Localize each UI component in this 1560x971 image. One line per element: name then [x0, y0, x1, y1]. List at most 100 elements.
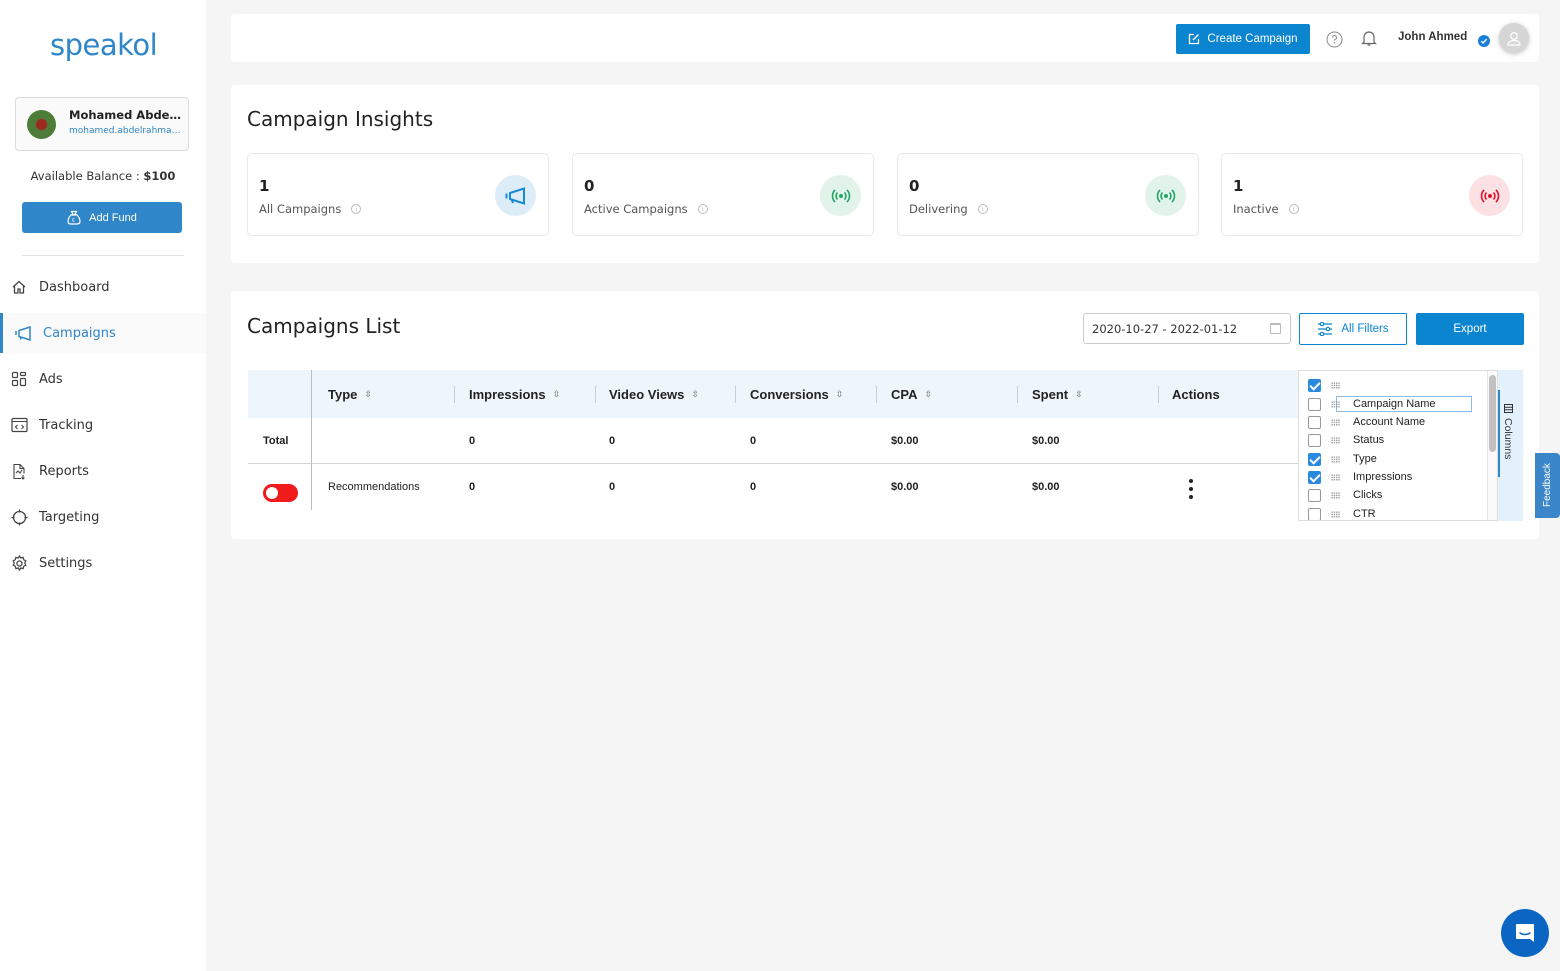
- column-toggle-ctr[interactable]: CTR: [1308, 505, 1478, 520]
- column-divider[interactable]: [595, 386, 596, 403]
- column-toggle-impressions[interactable]: Impressions: [1308, 468, 1478, 486]
- broadcast-icon: [820, 175, 861, 216]
- stat-card-inactive[interactable]: 1 Inactive i: [1221, 153, 1523, 236]
- column-header-conversions[interactable]: Conversions ⇳: [750, 370, 843, 418]
- column-header-impressions[interactable]: Impressions ⇳: [469, 370, 560, 418]
- column-divider[interactable]: [1158, 386, 1159, 403]
- column-divider[interactable]: [735, 386, 736, 403]
- add-fund-button[interactable]: € Add Fund: [22, 202, 182, 233]
- sort-icon[interactable]: ⇳: [924, 389, 932, 400]
- column-toggle-select-all[interactable]: [1308, 376, 1478, 394]
- checkbox[interactable]: [1308, 397, 1321, 411]
- column-toggle-type[interactable]: Type: [1308, 450, 1478, 468]
- info-icon[interactable]: i: [697, 204, 708, 214]
- column-toggle-campaign-name[interactable]: Campaign Name: [1308, 395, 1478, 413]
- help-icon[interactable]: [1326, 31, 1343, 48]
- add-fund-label: Add Fund: [89, 211, 137, 224]
- broadcast-icon: [1145, 175, 1186, 216]
- column-divider[interactable]: [1017, 386, 1018, 403]
- checkbox[interactable]: [1308, 378, 1321, 392]
- sort-icon[interactable]: ⇳: [364, 389, 372, 400]
- date-range-picker[interactable]: 2020-10-27 - 2022-01-12: [1083, 313, 1291, 344]
- drag-handle-icon[interactable]: [1331, 436, 1340, 444]
- chat-launcher-button[interactable]: [1501, 909, 1549, 957]
- checkbox[interactable]: [1308, 415, 1321, 429]
- stat-card-all-campaigns[interactable]: 1 All Campaigns i: [247, 153, 549, 236]
- all-filters-button[interactable]: All Filters: [1299, 313, 1407, 345]
- column-header-cpa[interactable]: CPA ⇳: [891, 370, 932, 418]
- cell-impressions: 0: [469, 435, 476, 447]
- cell-cpa: $0.00: [891, 435, 919, 447]
- drag-handle-icon[interactable]: [1331, 510, 1340, 518]
- stat-value: 1: [1233, 177, 1244, 195]
- scrollbar-thumb[interactable]: [1489, 375, 1496, 452]
- user-name[interactable]: John Ahmed: [1398, 31, 1467, 43]
- megaphone-icon: [14, 324, 32, 342]
- user-avatar[interactable]: [1499, 23, 1529, 53]
- campaign-status-toggle[interactable]: [263, 484, 298, 502]
- column-header-spent[interactable]: Spent ⇳: [1032, 370, 1083, 418]
- grid-icon: [10, 370, 28, 388]
- checkbox[interactable]: [1308, 507, 1321, 520]
- table-row[interactable]: Recommendations 0 0 0 $0.00 $0.00: [248, 464, 1298, 510]
- column-header-type[interactable]: Type ⇳: [328, 370, 372, 418]
- svg-text:€: €: [72, 218, 75, 224]
- stat-card-delivering[interactable]: 0 Delivering i: [897, 153, 1199, 236]
- column-divider[interactable]: [876, 386, 877, 403]
- stat-label: Delivering i: [909, 202, 988, 216]
- pinned-column-divider: [311, 370, 312, 510]
- speakol-logo[interactable]: speakol: [50, 28, 158, 62]
- sort-icon[interactable]: ⇳: [1075, 389, 1083, 400]
- columns-tab-label: Columns: [1502, 404, 1514, 459]
- drag-handle-icon[interactable]: [1331, 455, 1340, 463]
- create-campaign-button[interactable]: Create Campaign: [1176, 24, 1310, 54]
- column-divider[interactable]: [454, 386, 455, 403]
- sidebar-item-reports[interactable]: Reports: [0, 451, 206, 491]
- column-toggle-account-name[interactable]: Account Name: [1308, 413, 1478, 431]
- checkbox[interactable]: [1308, 433, 1321, 447]
- column-toggle-label: CTR: [1353, 508, 1376, 520]
- profile-card[interactable]: Mohamed Abdelr... mohamed.abdelrahman...: [15, 97, 189, 151]
- sidebar-item-dashboard[interactable]: Dashboard: [0, 267, 206, 307]
- available-balance: Available Balance : $100: [0, 169, 206, 183]
- info-icon[interactable]: i: [351, 204, 362, 214]
- sidebar-item-ads[interactable]: Ads: [0, 359, 206, 399]
- sidebar-item-settings[interactable]: Settings: [0, 543, 206, 583]
- column-toggle-label: Account Name: [1353, 416, 1426, 428]
- stat-card-active-campaigns[interactable]: 0 Active Campaigns i: [572, 153, 874, 236]
- column-toggle-status[interactable]: Status: [1308, 431, 1478, 449]
- checkbox[interactable]: [1308, 452, 1321, 466]
- drag-handle-icon[interactable]: [1331, 381, 1340, 389]
- columns-side-tab[interactable]: Columns: [1498, 370, 1523, 521]
- edit-icon: [1189, 33, 1200, 45]
- drag-handle-icon[interactable]: [1331, 400, 1340, 408]
- sidebar-item-tracking[interactable]: Tracking: [0, 405, 206, 445]
- feedback-tab[interactable]: Feedback: [1535, 453, 1560, 518]
- info-icon[interactable]: i: [1288, 204, 1299, 214]
- notification-bell-icon[interactable]: [1361, 29, 1377, 47]
- column-label: Conversions: [750, 386, 829, 402]
- sliders-icon: [1318, 322, 1333, 336]
- sidebar-item-targeting[interactable]: Targeting: [0, 497, 206, 537]
- sort-icon[interactable]: ⇳: [553, 389, 561, 400]
- info-icon[interactable]: i: [977, 204, 988, 214]
- checkbox[interactable]: [1308, 488, 1321, 502]
- drag-handle-icon[interactable]: [1331, 418, 1340, 426]
- sort-icon[interactable]: ⇳: [836, 389, 844, 400]
- drag-handle-icon[interactable]: [1331, 491, 1340, 499]
- column-toggle-clicks[interactable]: Clicks: [1308, 486, 1478, 504]
- sidebar-item-label: Campaigns: [43, 325, 116, 341]
- column-header-video-views[interactable]: Video Views ⇳: [609, 370, 699, 418]
- column-toggle-label: Impressions: [1353, 471, 1413, 483]
- drag-handle-icon[interactable]: [1331, 473, 1340, 481]
- cell-cpa: $0.00: [891, 481, 919, 493]
- row-actions-menu-icon[interactable]: [1188, 479, 1194, 499]
- sidebar-item-label: Tracking: [39, 417, 94, 433]
- sidebar-item-campaigns[interactable]: Campaigns: [0, 313, 206, 353]
- export-button[interactable]: Export: [1416, 313, 1524, 345]
- profile-email: mohamed.abdelrahman...: [69, 126, 183, 136]
- crosshair-icon: [10, 508, 28, 526]
- cell-video-views: 0: [609, 435, 616, 447]
- checkbox[interactable]: [1308, 470, 1321, 484]
- sort-icon[interactable]: ⇳: [691, 389, 699, 400]
